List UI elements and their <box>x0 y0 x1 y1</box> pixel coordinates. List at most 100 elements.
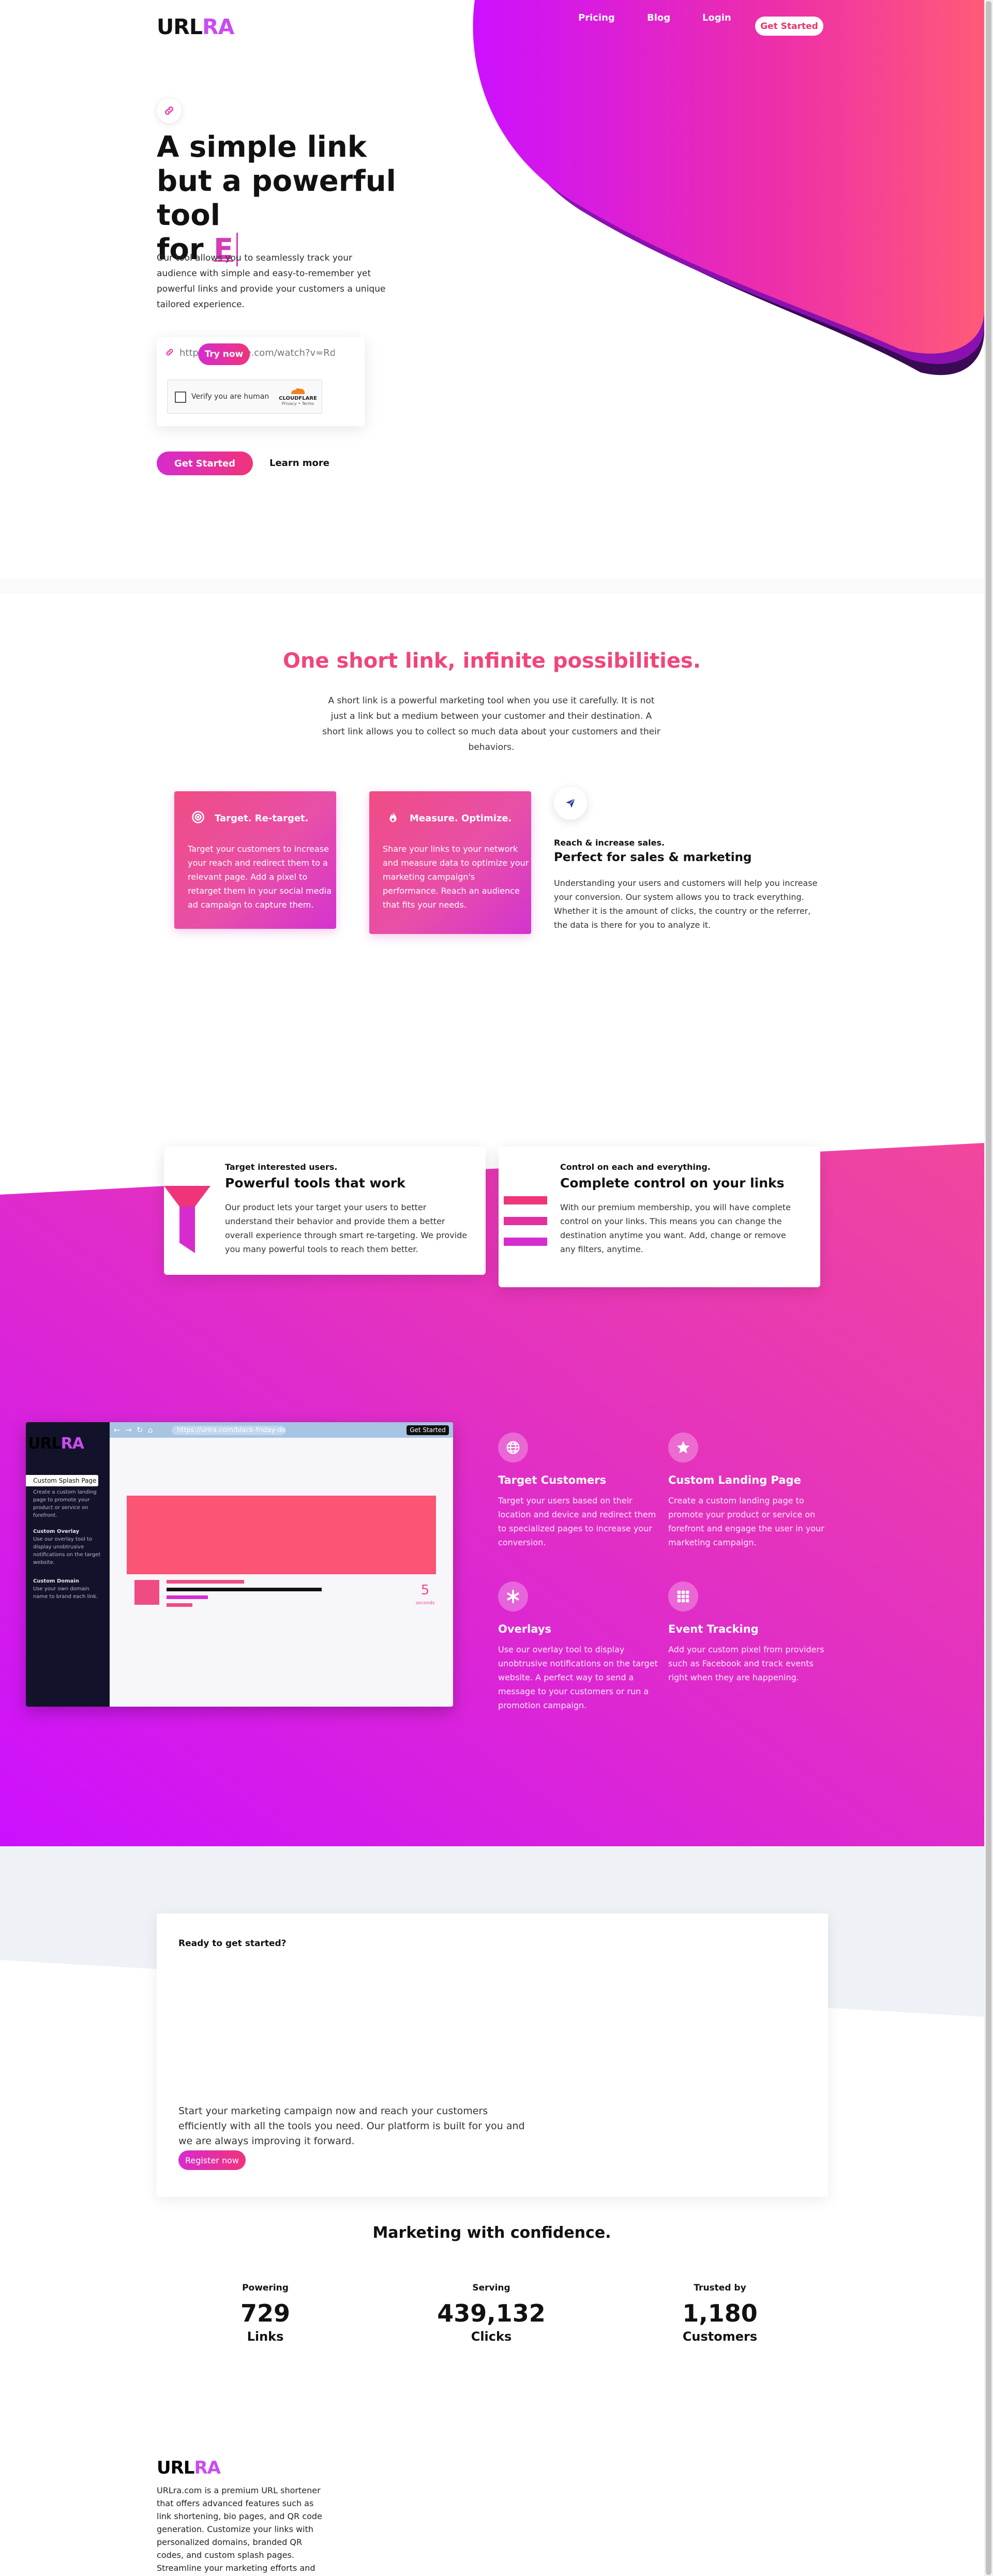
ready-card: Ready to get started? Start your marketi… <box>157 1914 828 2197</box>
control-body: With our premium membership, you will ha… <box>560 1202 791 1254</box>
possibilities-description: A short link is a powerful marketing too… <box>322 696 660 752</box>
sales-body: Understanding your users and customers w… <box>554 878 818 930</box>
cloudflare-logo: CLOUDFLARE Privacy • Terms <box>276 387 320 406</box>
grid-icon <box>668 1581 698 1611</box>
feature-title: Event Tracking <box>668 1623 759 1635</box>
stat-value: 439,132 <box>437 2299 546 2327</box>
sales-title: Perfect for sales & marketing <box>554 851 752 864</box>
captcha-brand: CLOUDFLARE <box>279 396 317 401</box>
learn-more-link[interactable]: Learn more <box>269 458 329 469</box>
stat-links: Powering 729 Links <box>188 2283 343 2344</box>
tools-card: Target interested users. Powerful tools … <box>164 1147 486 1275</box>
stat-customers: Trusted by 1,180 Customers <box>642 2283 798 2344</box>
captcha-label: Verify you are human <box>191 393 269 401</box>
mock-browser-bar: ← → ↻ ⌂ https://urlra.com/black-friday-d… <box>110 1422 453 1438</box>
ready-body: Start your marketing campaign now and re… <box>178 2105 525 2147</box>
mock-item-desc: Use your own domain name to brand each l… <box>33 1586 98 1600</box>
footer-logo-part1: URL <box>157 2458 194 2478</box>
shorten-form: Verify you are human CLOUDFLARE Privacy … <box>157 337 365 426</box>
mock-active-desc: Create a custom landing page to promote … <box>33 1489 97 1518</box>
hero-description: Our tool allows you to seamlessly track … <box>157 253 386 310</box>
logo[interactable]: URLRA <box>157 14 234 39</box>
stats-title: Marketing with confidence. <box>372 2224 611 2242</box>
browser-mockup: URLRA Custom Splash Page Create a custom… <box>26 1422 453 1707</box>
stat-unit: Links <box>247 2329 284 2344</box>
asterisk-icon <box>498 1581 528 1611</box>
link-icon <box>157 98 182 123</box>
feature-card-body: Share your links to your network and mea… <box>383 844 529 910</box>
captcha-widget: Verify you are human CLOUDFLARE Privacy … <box>167 380 322 414</box>
mock-get-started: Get Started <box>407 1425 449 1435</box>
captcha-checkbox[interactable] <box>175 391 186 403</box>
logo-part1: URL <box>157 14 203 39</box>
star-icon <box>668 1433 698 1463</box>
feature-title: Overlays <box>498 1623 552 1635</box>
mock-item-title: Custom Domain <box>33 1578 79 1584</box>
nav-login[interactable]: Login <box>702 12 731 23</box>
feature-card-measure: Measure. Optimize. Share your links to y… <box>369 791 531 934</box>
feature-card-title: Target. Re-target. <box>215 813 309 824</box>
mock-logo-part1: URL <box>28 1435 62 1453</box>
mock-active-item: Custom Splash Page <box>26 1475 98 1486</box>
funnel-icon <box>164 1186 210 1255</box>
mock-logo-part2: RA <box>61 1435 84 1453</box>
feature-title: Custom Landing Page <box>668 1474 801 1486</box>
hero-title-line2: but a powerful tool <box>157 164 396 232</box>
footer-description: URLra.com is a premium URL shortener tha… <box>157 2485 322 2573</box>
feature-body: Create a custom landing page to promote … <box>668 1496 824 1547</box>
mock-bar <box>167 1603 192 1607</box>
stat-label: Powering <box>242 2283 289 2293</box>
target-icon <box>189 808 207 826</box>
control-card: Control on each and everything. Complete… <box>499 1147 820 1287</box>
stat-unit: Clicks <box>471 2329 512 2344</box>
stat-label: Serving <box>472 2283 510 2293</box>
mock-item-title: Custom Overlay <box>33 1529 80 1534</box>
logo-part2: RA <box>202 14 234 39</box>
feature-card-title: Measure. Optimize. <box>410 813 512 824</box>
feature-card-target: Target. Re-target. Target your customers… <box>174 791 336 929</box>
refresh-icon: ↻ <box>137 1425 143 1435</box>
feature-title: Target Customers <box>498 1474 607 1486</box>
mock-banner <box>127 1496 436 1574</box>
feature-body: Target your users based on their locatio… <box>498 1496 656 1547</box>
mock-logo: URLRA <box>28 1435 84 1453</box>
stat-value: 729 <box>240 2299 291 2327</box>
hero-get-started-button[interactable]: Get Started <box>157 451 253 475</box>
register-now-button[interactable]: Register now <box>178 2150 246 2170</box>
globe-icon <box>498 1433 528 1463</box>
mock-item-desc: Use our overlay tool to display unobtrus… <box>33 1536 101 1565</box>
mock-thumbnail <box>134 1580 159 1605</box>
mock-bar <box>167 1580 244 1584</box>
footer-logo[interactable]: URLRA <box>157 2458 221 2478</box>
control-kicker: Control on each and everything. <box>560 1162 711 1172</box>
try-now-button[interactable]: Try now <box>198 343 250 365</box>
stat-label: Trusted by <box>694 2283 746 2293</box>
feature-card-body: Target your customers to increase your r… <box>188 844 332 910</box>
control-title: Complete control on your links <box>560 1176 785 1191</box>
captcha-links[interactable]: Privacy • Terms <box>276 401 320 406</box>
arrow-right-icon: → <box>125 1425 132 1435</box>
tools-kicker: Target interested users. <box>225 1162 338 1172</box>
hero-title-line1: A simple link <box>157 130 367 164</box>
page-scrollbar[interactable] <box>984 0 993 2576</box>
tools-title: Powerful tools that work <box>225 1176 405 1191</box>
mock-item-domain: Custom Domain Use your own domain name t… <box>33 1577 106 1601</box>
stat-value: 1,180 <box>682 2299 758 2327</box>
possibilities-title: One short link, infinite possibilities. <box>282 649 701 673</box>
arrow-left-icon: ← <box>114 1425 121 1435</box>
mock-url: https://urlra.com/black-friday-deals-lin… <box>172 1426 285 1435</box>
header-get-started-button[interactable]: Get Started <box>755 17 823 36</box>
mock-item-overlay: Custom Overlay Use our overlay tool to d… <box>33 1528 106 1566</box>
sales-kicker: Reach & increase sales. <box>554 838 665 848</box>
tools-body: Our product lets your target your users … <box>225 1202 468 1254</box>
nav-blog[interactable]: Blog <box>647 12 670 23</box>
link-icon <box>165 348 174 359</box>
ready-kicker: Ready to get started? <box>178 1938 287 1949</box>
mock-countdown-label: seconds <box>415 1601 435 1606</box>
feature-body: Use our overlay tool to display unobtrus… <box>498 1645 658 1710</box>
scrollbar-thumb[interactable] <box>986 1 991 2575</box>
mock-bar <box>167 1595 208 1599</box>
mock-countdown: 5 <box>420 1583 430 1598</box>
mock-bar <box>167 1588 322 1591</box>
nav-pricing[interactable]: Pricing <box>578 12 615 23</box>
